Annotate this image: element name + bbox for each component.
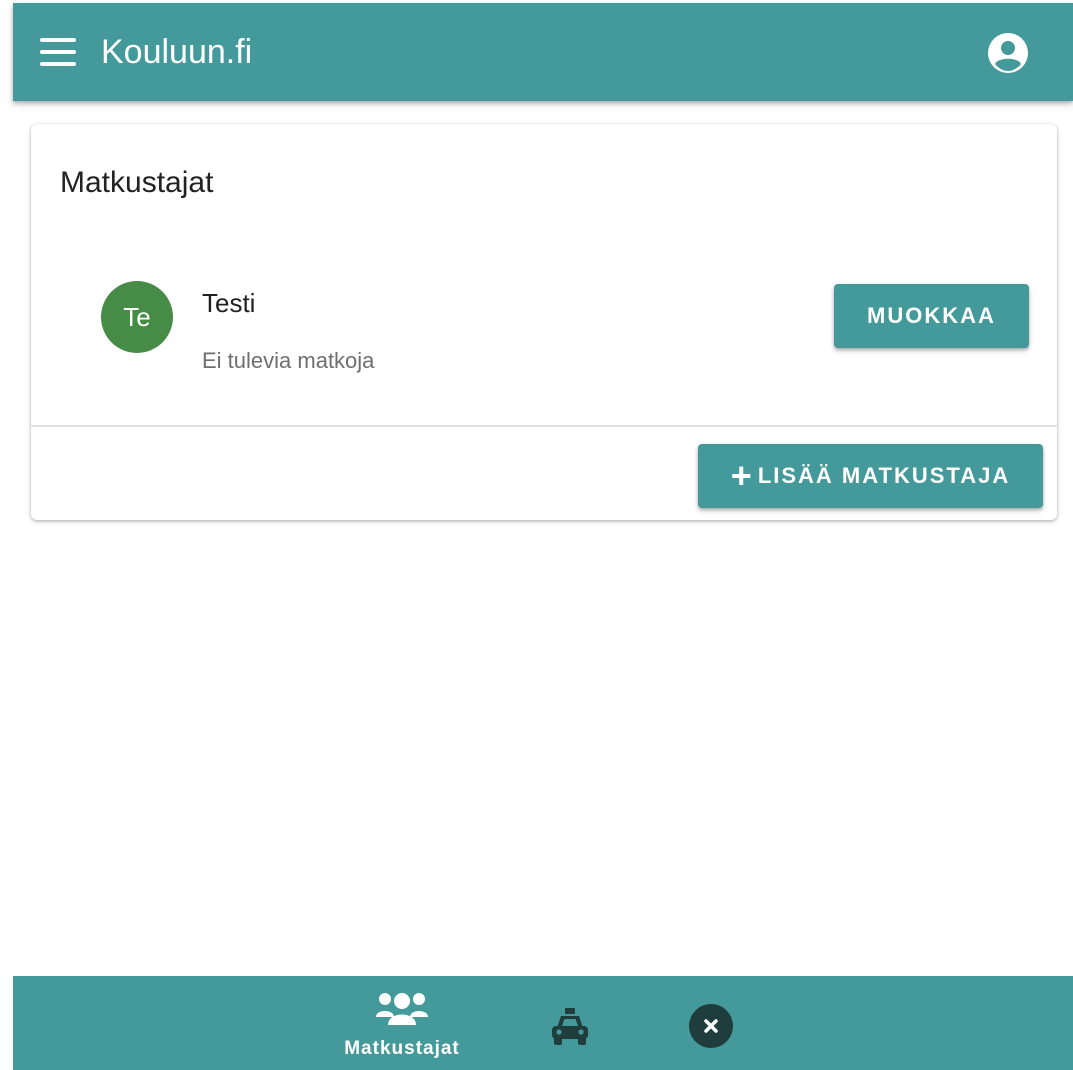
app-bar: Kouluun.fi bbox=[13, 3, 1073, 101]
close-circle-icon bbox=[689, 1004, 733, 1048]
nav-item-taxi[interactable] bbox=[546, 1002, 594, 1050]
add-passenger-label: LISÄÄ MATKUSTAJA bbox=[757, 463, 1011, 488]
passengers-card: Matkustajat Te Testi Ei tulevia matkoja … bbox=[31, 124, 1057, 520]
bottom-navigation: Matkustajat bbox=[13, 976, 1073, 1070]
card-divider bbox=[31, 425, 1057, 427]
taxi-icon bbox=[552, 1008, 588, 1045]
avatar: Te bbox=[101, 281, 173, 353]
menu-icon[interactable] bbox=[38, 32, 78, 72]
app-root: Kouluun.fi Matkustajat Te Testi Ei tulev… bbox=[13, 3, 1073, 1070]
nav-item-close[interactable] bbox=[689, 1004, 733, 1048]
nav-item-passengers[interactable]: Matkustajat bbox=[324, 992, 480, 1062]
nav-item-passengers-label: Matkustajat bbox=[344, 1038, 460, 1059]
app-title: Kouluun.fi bbox=[101, 33, 253, 71]
plus-icon: + bbox=[730, 455, 752, 496]
passenger-trips-status: Ei tulevia matkoja bbox=[202, 348, 375, 373]
card-title: Matkustajat bbox=[60, 166, 214, 199]
edit-passenger-button[interactable]: MUOKKAA bbox=[834, 284, 1029, 348]
passenger-name: Testi bbox=[202, 288, 256, 318]
account-circle-icon[interactable] bbox=[988, 33, 1028, 73]
users-icon bbox=[376, 993, 428, 1025]
add-passenger-button[interactable]: + LISÄÄ MATKUSTAJA bbox=[698, 444, 1043, 508]
